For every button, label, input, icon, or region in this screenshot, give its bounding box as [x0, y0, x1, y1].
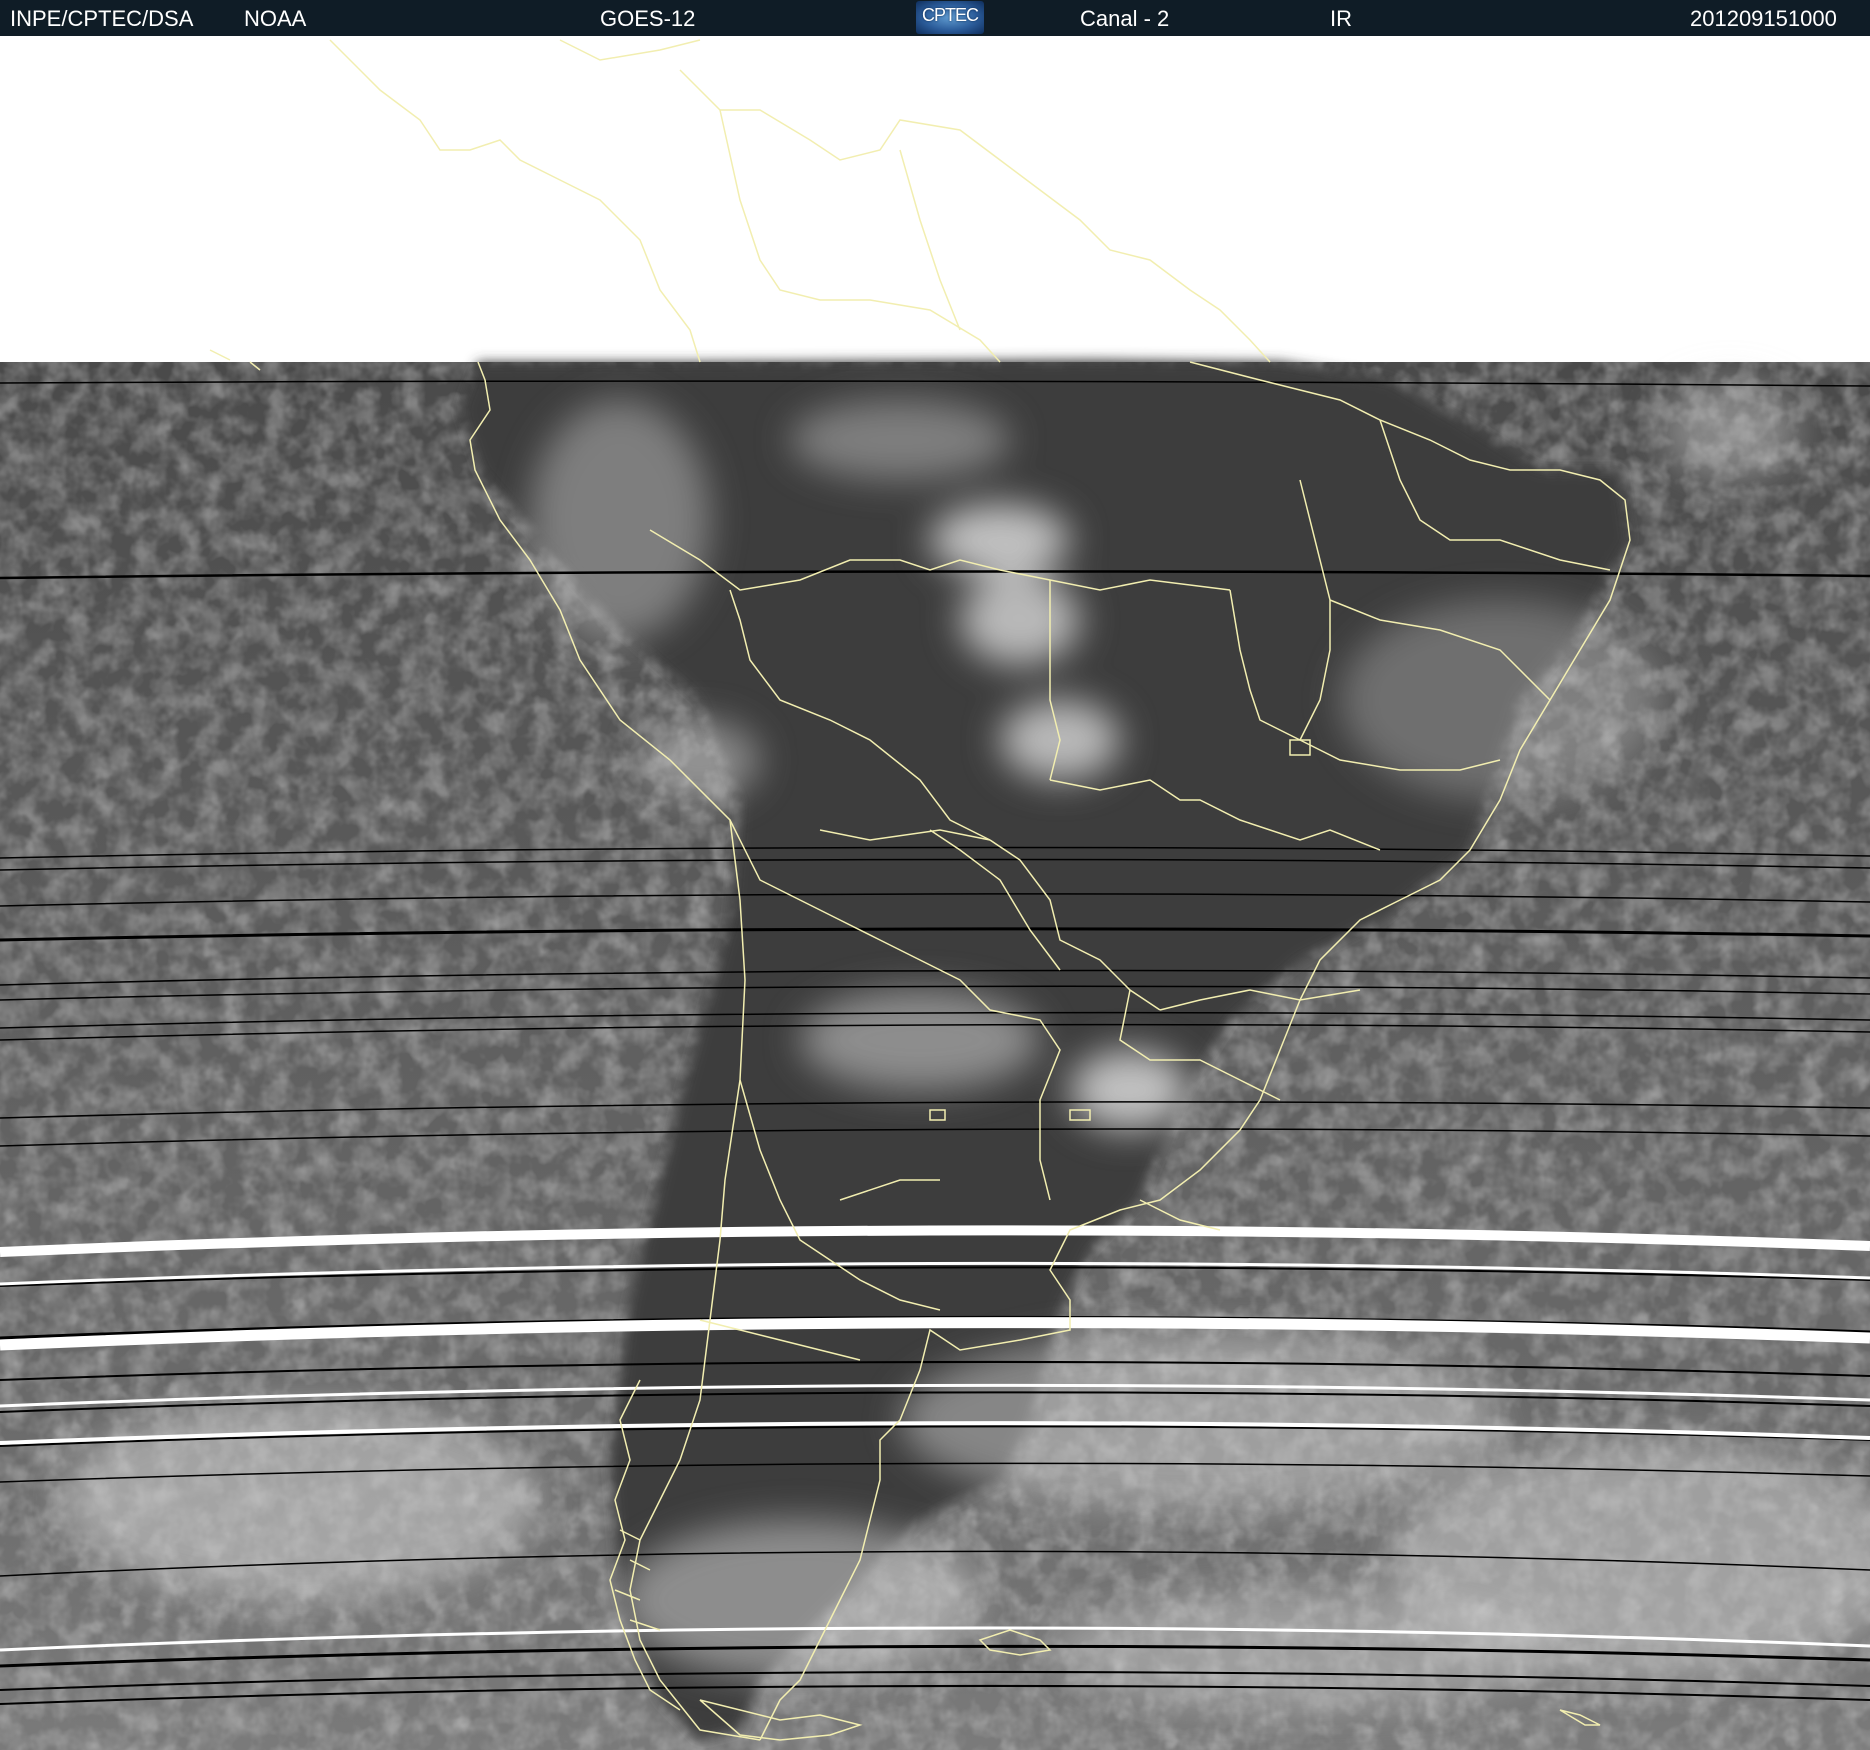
- band-label: IR: [1330, 6, 1352, 31]
- timestamp-label: 201209151000: [1690, 6, 1837, 31]
- satellite-map: [0, 36, 1870, 1750]
- agency-label: NOAA: [244, 6, 307, 31]
- image-header: INPE/CPTEC/DSA NOAA GOES-12 CPTEC Canal …: [0, 0, 1870, 36]
- channel-label: Canal - 2: [1080, 6, 1170, 31]
- satellite-image: [0, 36, 1870, 1750]
- institution-label: INPE/CPTEC/DSA: [10, 6, 194, 31]
- logo-text: CPTEC: [921, 5, 979, 25]
- satellite-label: GOES-12: [600, 6, 696, 31]
- cptec-logo-icon: CPTEC: [916, 1, 984, 34]
